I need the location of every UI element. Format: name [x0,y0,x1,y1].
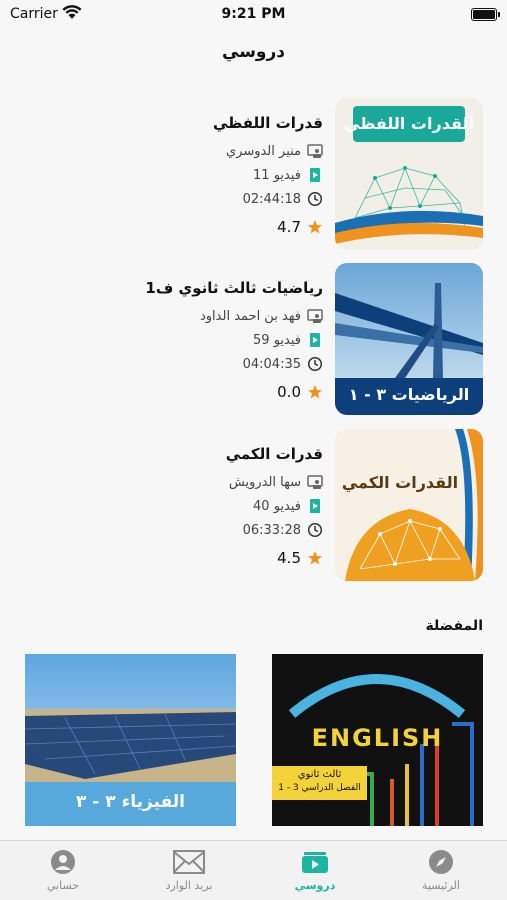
status-bar: Carrier 9:21 PM [0,0,507,30]
page-title: دروسي [222,42,285,62]
clock-icon [307,356,323,372]
course-duration: 02:44:18 [242,191,301,207]
video-count: 59 فيديو [253,332,301,348]
english-grade: ثالث ثانوي [297,769,342,780]
teacher-name: سها الدرويش [228,474,301,490]
teacher-name: منير الدوسري [225,143,301,159]
tab-my-lessons[interactable]: دروسي [252,841,378,900]
course-item[interactable]: القدرات اللفظي قدرات اللفظي منير الدوسري… [23,98,483,250]
video-icon [310,333,320,347]
tab-label: بريد الوارد [165,879,213,892]
tab-inbox[interactable]: بريد الوارد [126,841,252,900]
favorite-english-card[interactable]: ENGLISH ثالث ثانوي الفصل الدراسي 3 - 1 [272,654,483,826]
tab-label: حسابي [46,879,80,892]
english-semester: الفصل الدراسي 3 - 1 [278,783,361,793]
star-icon [308,220,322,234]
course-title: قدرات الكمي [225,445,323,463]
compass-icon [429,850,453,874]
course-title: قدرات اللفظي [212,114,323,132]
star-icon [308,385,322,399]
clock: 9:21 PM [221,6,286,22]
teacher-icon [307,309,323,323]
thumbnail-title: القدرات الكمي [341,473,459,492]
video-icon [310,499,320,513]
course-item[interactable]: الرياضيات ٣ - ١ رياضيات ثالث ثانوي ف1 فه… [23,263,483,415]
clock-icon [307,191,323,207]
lessons-icon [302,852,328,873]
person-icon [51,850,75,874]
tab-label: دروسي [294,879,336,892]
star-icon [308,551,322,565]
course-rating: 4.7 [277,218,301,236]
course-thumbnail: القدرات الكمي [335,429,483,581]
teacher-icon [307,475,323,489]
tab-bar: حسابي بريد الوارد دروسي الرئيسية [0,840,507,900]
thumbnail-title: الرياضيات ٣ - ١ [348,385,470,404]
course-rating: 0.0 [277,383,301,401]
video-icon [310,168,320,182]
course-duration: 04:04:35 [242,356,301,372]
teacher-icon [307,144,323,158]
mail-icon [173,850,205,874]
tab-home[interactable]: الرئيسية [378,841,504,900]
course-title: رياضيات ثالث ثانوي ف1 [145,279,323,297]
course-thumbnail: الرياضيات ٣ - ١ [335,263,483,415]
course-rating: 4.5 [277,549,301,567]
teacher-name: فهد بن احمد الداود [199,308,301,324]
tab-label: الرئيسية [422,879,460,892]
thumbnail-title: القدرات اللفظي [344,114,474,133]
clock-icon [307,522,323,538]
video-count: 40 فيديو [253,498,301,514]
favorites-heading: المفضلة [425,618,483,634]
course-thumbnail: القدرات اللفظي [335,98,483,250]
video-count: 11 فيديو [253,167,301,183]
physics-title: الفيزياء ٣ - ٣ [75,792,186,812]
english-title: ENGLISH [311,724,444,752]
course-item[interactable]: القدرات الكمي قدرات الكمي سها الدرويش 40… [23,429,483,581]
course-duration: 06:33:28 [242,522,301,538]
battery-icon [471,8,500,21]
favorite-physics-card[interactable]: الفيزياء ٣ - ٣ [25,654,236,826]
tab-account[interactable]: حسابي [0,841,126,900]
